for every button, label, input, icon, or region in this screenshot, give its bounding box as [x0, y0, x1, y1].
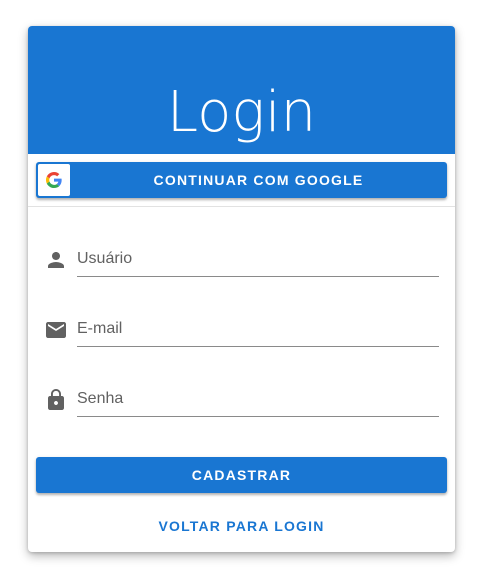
- google-button-label: CONTINUAR COM GOOGLE: [153, 172, 364, 188]
- back-to-login-button[interactable]: VOLTAR PARA LOGIN: [36, 508, 447, 544]
- email-icon: [46, 322, 66, 338]
- register-card: Login CONTINUAR COM GOOGLE Usuário E-mai…: [28, 26, 455, 552]
- card-header: Login: [28, 26, 455, 154]
- email-input[interactable]: [77, 312, 439, 347]
- google-icon: [46, 172, 62, 188]
- google-signin-button[interactable]: CONTINUAR COM GOOGLE: [36, 162, 447, 198]
- password-field: [44, 372, 439, 422]
- password-input[interactable]: [77, 382, 439, 417]
- google-logo-box: [38, 164, 70, 196]
- username-input[interactable]: [77, 242, 439, 277]
- email-field: [44, 302, 439, 352]
- register-button[interactable]: CADASTRAR: [36, 457, 447, 493]
- page-title: Login: [166, 80, 317, 145]
- lock-icon: [48, 389, 64, 410]
- username-field: [44, 232, 439, 282]
- divider: [28, 206, 455, 207]
- person-icon: [48, 252, 64, 268]
